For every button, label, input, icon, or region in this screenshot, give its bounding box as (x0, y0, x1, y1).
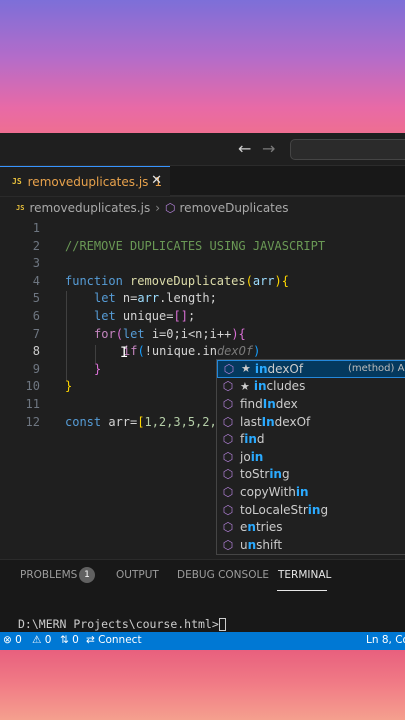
line-number: 10 (25, 379, 40, 394)
suggest-label: lastIndexOf (240, 414, 311, 429)
suggest-item[interactable]: ⬡ unshift (217, 536, 405, 554)
breadcrumb-file[interactable]: removeduplicates.js (29, 201, 150, 215)
code-line-7: for(let i=0;i<n;i++){ (94, 326, 246, 341)
code-line-8[interactable]: if(!unique.indexOf) (123, 342, 260, 360)
suggest-item[interactable]: ⬡ join (217, 448, 405, 466)
breadcrumb: JS removeduplicates.js › ⬡ removeDuplica… (0, 197, 405, 219)
tab-removeduplicates[interactable]: JS removeduplicates.js 1 ✕ (0, 166, 170, 196)
line-number: 9 (32, 361, 40, 376)
problems-count-badge: 1 (79, 567, 95, 583)
suggest-label: entries (240, 520, 283, 535)
method-cube-icon: ⬡ (222, 467, 234, 482)
ports-status[interactable]: ⇅ 0 (60, 634, 79, 646)
method-cube-icon: ⬡ (222, 432, 234, 447)
suggest-label: copyWithin (240, 484, 309, 499)
line-number: 6 (32, 309, 40, 323)
cursor-position[interactable]: Ln 8, Co (366, 634, 405, 646)
suggest-label: unshift (240, 537, 283, 552)
js-file-icon: JS (16, 204, 25, 212)
editor-tab-bar: JS removeduplicates.js 1 ✕ (0, 166, 405, 196)
errors-status[interactable]: ⊗ 0 (3, 634, 22, 646)
forward-arrow-icon[interactable]: → (262, 139, 275, 158)
line-number: 11 (25, 397, 40, 411)
tab-terminal[interactable]: TERMINAL (278, 569, 331, 581)
suggest-item[interactable]: ⬡ find (217, 430, 405, 448)
line-number: 1 (32, 221, 40, 235)
line-number: 2 (32, 238, 40, 253)
back-arrow-icon[interactable]: ← (238, 139, 251, 158)
terminal-cursor (218, 618, 226, 631)
suggest-item-includes[interactable]: ⬡ ★ includes (217, 378, 405, 396)
line-number: 5 (32, 291, 40, 306)
suggest-label: includes (253, 379, 306, 394)
suggest-label: findIndex (240, 396, 298, 411)
method-cube-icon: ⬡ (222, 520, 234, 535)
suggest-label: indexOf (254, 361, 304, 376)
code-line-4: function removeDuplicates(arr){ (65, 273, 290, 288)
status-bar: ⊗ 0 ⚠ 0 ⇅ 0 ⇄ Connect Ln 8, Co (0, 632, 405, 650)
method-cube-icon: ⬡ (165, 201, 176, 215)
code-line-6: let unique=[]; (94, 309, 196, 323)
line-number: 7 (32, 326, 40, 341)
line-number: 12 (25, 414, 40, 429)
method-cube-icon: ⬡ (222, 502, 234, 517)
method-cube-icon: ⬡ (222, 537, 234, 552)
connect-status[interactable]: ⇄ Connect (86, 634, 142, 646)
code-line-10: } (65, 379, 73, 394)
method-cube-icon: ⬡ (222, 414, 234, 429)
code-line-5: let n=arr.length; (94, 291, 217, 306)
tab-output[interactable]: OUTPUT (116, 569, 159, 581)
suggest-item-indexOf[interactable]: ⬡ ★ indexOf (method) A (217, 360, 405, 378)
tab-debug-console[interactable]: DEBUG CONSOLE (177, 569, 269, 581)
star-icon: ★ (241, 362, 251, 376)
suggest-widget: ⬡ ★ indexOf (method) A ⬡ ★ includes ⬡ fi… (216, 359, 405, 555)
method-cube-icon: ⬡ (222, 396, 234, 411)
title-bar: ← → (0, 133, 405, 166)
suggest-item[interactable]: ⬡ copyWithin (217, 483, 405, 501)
suggest-detail: (method) A (348, 363, 405, 375)
code-line-9: } (94, 361, 102, 376)
tab-problems[interactable]: PROBLEMS (20, 569, 77, 581)
suggest-item[interactable]: ⬡ toLocaleString (217, 501, 405, 519)
suggest-item[interactable]: ⬡ entries (217, 518, 405, 536)
star-icon: ★ (240, 379, 250, 393)
suggest-item[interactable]: ⬡ findIndex (217, 395, 405, 413)
terminal-prompt[interactable]: D:\MERN Projects\course.html> (18, 617, 226, 631)
tab-label: removeduplicates.js (27, 174, 149, 189)
warnings-status[interactable]: ⚠ 0 (32, 634, 51, 646)
method-cube-icon: ⬡ (222, 449, 234, 464)
suggest-item[interactable]: ⬡ toString (217, 466, 405, 484)
suggest-label: join (240, 449, 264, 464)
active-tab-indicator (277, 590, 327, 591)
command-center-search[interactable] (290, 139, 405, 160)
method-cube-icon: ⬡ (222, 484, 234, 499)
line-number: 3 (32, 256, 40, 271)
bottom-panel: PROBLEMS 1 OUTPUT DEBUG CONSOLE TERMINAL… (0, 559, 405, 632)
method-cube-icon: ⬡ (223, 361, 235, 376)
line-number-active: 8 (32, 344, 40, 359)
close-icon[interactable]: ✕ (151, 173, 162, 188)
suggest-label: toString (240, 467, 290, 482)
code-comment: //REMOVE DUPLICATES USING JAVASCRIPT (65, 238, 326, 253)
breadcrumb-symbol[interactable]: removeDuplicates (180, 201, 289, 215)
code-line-12: const arr=[1,2,3,5,2, (65, 414, 217, 429)
suggest-item[interactable]: ⬡ lastIndexOf (217, 413, 405, 431)
method-cube-icon: ⬡ (222, 379, 234, 394)
line-number: 4 (32, 273, 40, 288)
wallpaper-bottom (0, 650, 405, 720)
suggest-label: toLocaleString (240, 502, 329, 517)
suggest-label: find (240, 432, 265, 447)
js-file-icon: JS (12, 177, 22, 186)
chevron-right-icon: › (155, 201, 161, 215)
